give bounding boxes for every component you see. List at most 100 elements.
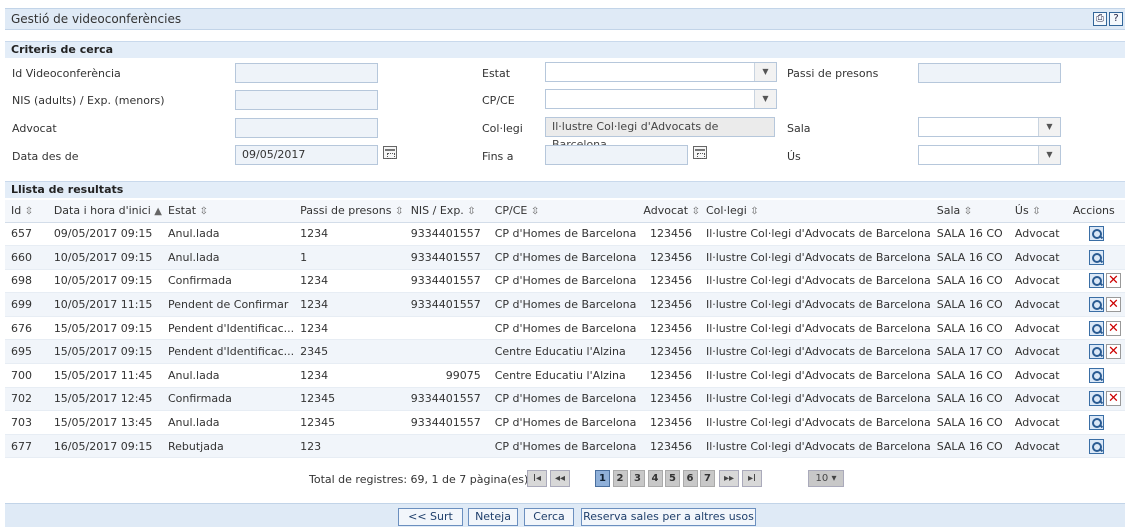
delete-icon[interactable]: ✕ xyxy=(1106,320,1121,336)
cell-us: Advocat xyxy=(1008,339,1067,365)
table-row[interactable]: 657 09/05/2017 09:15 Anul.lada 1234 93344015… xyxy=(5,222,1125,247)
col-passi[interactable]: Passi de presons ⇳ xyxy=(294,200,405,223)
delete-icon[interactable]: ✕ xyxy=(1106,391,1121,407)
delete-icon[interactable]: ✕ xyxy=(1106,273,1121,289)
col-estat[interactable]: Estat ⇳ xyxy=(162,200,295,223)
cell-data: 10/05/2017 09:15 xyxy=(47,245,162,270)
page-number-button[interactable]: 1 xyxy=(595,470,610,487)
estat-select[interactable]: ▼ xyxy=(545,62,777,82)
cell-nis: 9334401557 xyxy=(404,387,489,412)
col-cpce[interactable]: CP/CE ⇳ xyxy=(488,200,638,223)
table-row[interactable]: 676 15/05/2017 09:15 Pendent d'Identificac… xyxy=(5,316,1125,341)
calendar-icon[interactable] xyxy=(383,146,397,159)
id-input[interactable] xyxy=(235,63,378,83)
cpce-select[interactable]: ▼ xyxy=(545,89,777,109)
cell-data: 15/05/2017 13:45 xyxy=(47,410,162,435)
cell-estat: Confirmada xyxy=(162,387,295,412)
cell-cpce: CP d'Homes de Barcelona xyxy=(488,222,638,247)
sala-select[interactable]: ▼ xyxy=(918,117,1061,137)
nis-input[interactable] xyxy=(235,90,378,110)
page-number-button[interactable]: 5 xyxy=(665,470,680,487)
action-spacer xyxy=(1106,226,1121,241)
view-icon[interactable] xyxy=(1089,273,1104,289)
col-nis[interactable]: NIS / Exp. ⇳ xyxy=(404,200,489,223)
col-us[interactable]: Ús ⇳ xyxy=(1008,200,1067,223)
advocat-input[interactable] xyxy=(235,118,378,138)
collegi-label: Col·legi xyxy=(482,122,523,135)
page-number-button[interactable]: 3 xyxy=(630,470,645,487)
view-icon[interactable] xyxy=(1089,249,1104,265)
table-row[interactable]: 702 15/05/2017 12:45 Confirmada 12345 933440… xyxy=(5,387,1125,412)
results-table: Id ⇳ Data i hora d'inici ▲ Estat ⇳ Passi… xyxy=(5,200,1125,459)
sala-label: Sala xyxy=(787,122,811,135)
clear-button[interactable]: Neteja xyxy=(468,508,518,526)
cell-actions: ✕ xyxy=(1066,339,1125,365)
col-sala[interactable]: Sala ⇳ xyxy=(930,200,1009,223)
col-data[interactable]: Data i hora d'inici ▲ xyxy=(47,200,162,223)
table-row[interactable]: 699 10/05/2017 11:15 Pendent de Confirmar 1… xyxy=(5,292,1125,317)
view-icon[interactable] xyxy=(1089,344,1104,360)
table-row[interactable]: 695 15/05/2017 09:15 Pendent d'Identificac… xyxy=(5,339,1125,365)
page-number-button[interactable]: 2 xyxy=(612,470,628,487)
cell-cpce: Centre Educatiu l'Alzina xyxy=(488,339,638,365)
chevron-down-icon: ▼ xyxy=(754,63,776,81)
last-page-button[interactable]: ▸I xyxy=(742,470,762,487)
cell-data: 15/05/2017 09:15 xyxy=(47,316,162,341)
view-icon[interactable] xyxy=(1089,226,1104,242)
delete-icon[interactable]: ✕ xyxy=(1106,344,1121,360)
data-des-input[interactable]: 09/05/2017 xyxy=(235,145,378,165)
cell-actions: ✕ xyxy=(1066,387,1125,412)
cell-actions: ✕ xyxy=(1066,269,1125,294)
calendar-icon[interactable] xyxy=(693,146,707,159)
col-collegi[interactable]: Col·legi ⇳ xyxy=(699,200,931,223)
action-spacer xyxy=(1106,368,1121,383)
page-size-select[interactable]: 10 ▾ xyxy=(808,470,844,487)
view-icon[interactable] xyxy=(1089,438,1104,454)
help-icon[interactable]: ? xyxy=(1109,12,1123,26)
view-icon[interactable] xyxy=(1089,415,1104,431)
cell-passi: 123 xyxy=(294,434,405,459)
cell-actions: ✕ xyxy=(1066,292,1125,317)
printer-icon[interactable]: ⎙ xyxy=(1093,12,1107,26)
cell-passi: 1234 xyxy=(294,292,405,317)
collegi-field: Il·lustre Col·legi d'Advocats de Barcelo… xyxy=(545,117,775,151)
cell-estat: Pendent d'Identificac... xyxy=(162,316,295,341)
first-page-button[interactable]: I◂ xyxy=(527,470,547,487)
reserve-rooms-button[interactable]: Reserva sales per a altres usos xyxy=(581,508,756,526)
table-row[interactable]: 700 15/05/2017 11:45 Anul.lada 1234 99075 Cen… xyxy=(5,363,1125,388)
cell-estat: Anul.lada xyxy=(162,222,295,247)
delete-icon[interactable]: ✕ xyxy=(1106,297,1121,313)
back-button[interactable]: << Surt xyxy=(398,508,463,526)
col-id[interactable]: Id ⇳ xyxy=(5,200,48,223)
us-select[interactable]: ▼ xyxy=(918,145,1061,165)
col-advocat[interactable]: Advocat ⇳ xyxy=(637,200,700,223)
passi-input[interactable] xyxy=(918,63,1061,83)
table-row[interactable]: 703 15/05/2017 13:45 Anul.lada 12345 9334401… xyxy=(5,410,1125,435)
search-button[interactable]: Cerca xyxy=(524,508,574,526)
prev-page-button[interactable]: ◂◂ xyxy=(550,470,570,487)
cell-advocat: 123456 xyxy=(637,269,700,294)
next-page-button[interactable]: ▸▸ xyxy=(719,470,739,487)
cell-advocat: 123456 xyxy=(637,316,700,341)
view-icon[interactable] xyxy=(1089,367,1104,383)
action-spacer xyxy=(1106,250,1121,265)
action-spacer xyxy=(1106,439,1121,454)
view-icon[interactable] xyxy=(1089,297,1104,313)
table-row[interactable]: 698 10/05/2017 09:15 Confirmada 1234 9334401… xyxy=(5,269,1125,294)
page-number-button[interactable]: 6 xyxy=(682,470,698,487)
fins-input[interactable] xyxy=(545,145,688,165)
view-icon[interactable] xyxy=(1089,391,1104,407)
col-accions: Accions xyxy=(1066,200,1125,223)
page-number-button[interactable]: 7 xyxy=(700,470,715,487)
table-row[interactable]: 677 16/05/2017 09:15 Rebutjada 123 CP d'Home… xyxy=(5,434,1125,459)
table-row[interactable]: 660 10/05/2017 09:15 Anul.lada 1 9334401557 C… xyxy=(5,245,1125,270)
footer-toolbar: << Surt Neteja Cerca Reserva sales per a… xyxy=(5,503,1125,527)
cell-advocat: 123456 xyxy=(637,410,700,435)
cell-passi: 1234 xyxy=(294,363,405,388)
sort-asc-icon: ▲ xyxy=(154,206,162,218)
page-number-button[interactable]: 4 xyxy=(647,470,663,487)
view-icon[interactable] xyxy=(1089,320,1104,336)
nis-label: NIS (adults) / Exp. (menors) xyxy=(12,94,165,107)
cell-passi: 1234 xyxy=(294,269,405,294)
cell-passi: 12345 xyxy=(294,387,405,412)
